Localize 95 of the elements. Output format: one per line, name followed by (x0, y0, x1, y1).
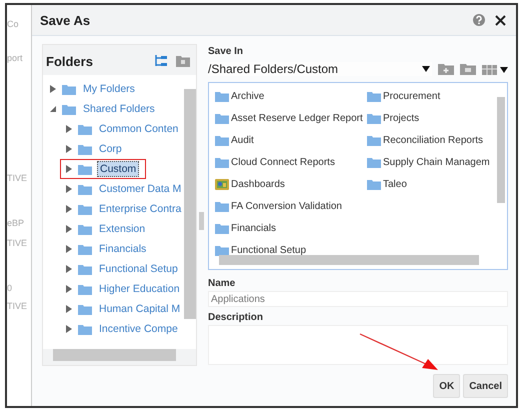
folder-icon (215, 222, 229, 234)
folder-item[interactable]: Projects (383, 112, 420, 124)
name-field[interactable]: Applications (208, 291, 508, 307)
folder-item[interactable]: Procurement (383, 90, 440, 102)
tree-item[interactable]: My Folders (81, 82, 137, 96)
folder-icon (78, 203, 92, 215)
folder-item[interactable]: Asset Reserve Ledger Report (231, 112, 363, 124)
scrollbar[interactable] (184, 89, 196, 319)
help-icon[interactable] (473, 14, 485, 26)
folder-icon (78, 283, 92, 295)
scrollbar[interactable] (53, 349, 176, 361)
location-dropdown[interactable]: /Shared Folders/Custom (208, 62, 432, 76)
folder-icon (78, 263, 92, 275)
expand-icon[interactable] (65, 205, 73, 213)
view-menu-icon[interactable] (482, 63, 508, 75)
expand-icon[interactable] (65, 125, 73, 133)
folder-icon (215, 244, 229, 256)
expand-icon[interactable] (65, 245, 73, 253)
folder-icon (367, 156, 381, 168)
tree-view-icon[interactable] (154, 54, 168, 68)
folder-item[interactable]: Reconciliation Reports (383, 134, 484, 146)
expand-icon[interactable] (65, 285, 73, 293)
folder-item[interactable]: Functional Setup (231, 244, 306, 256)
folder-item[interactable]: Dashboards (231, 178, 285, 190)
panel-title: Folders (46, 54, 93, 68)
tree-item[interactable]: Enterprise Contra (97, 202, 184, 216)
folder-icon (78, 183, 92, 195)
description-field[interactable] (208, 325, 508, 365)
new-folder-icon[interactable] (176, 55, 190, 67)
folder-icon (367, 178, 381, 190)
tree-item[interactable]: Corp (97, 142, 124, 156)
background-text: TIVE (7, 238, 28, 250)
caret-icon (422, 66, 430, 72)
folder-icon (367, 90, 381, 102)
expand-icon[interactable] (65, 305, 73, 313)
folder-item[interactable]: Cloud Connect Reports (231, 156, 335, 168)
folder-icon (215, 112, 229, 124)
window-title: Save As (40, 12, 90, 28)
tree-item[interactable]: Higher Education (97, 282, 182, 296)
tree-item[interactable]: Financials (97, 242, 148, 256)
expand-icon[interactable] (49, 85, 57, 93)
tree-item[interactable]: Customer Data M (97, 182, 184, 196)
folder-item[interactable]: Audit (231, 134, 254, 146)
tree-item[interactable]: Human Capital M (97, 302, 182, 316)
folder-icon (78, 123, 92, 135)
folder-item[interactable]: FA Conversion Validation (231, 200, 342, 212)
tree-item[interactable]: Extension (97, 222, 148, 236)
folder-icon (78, 323, 92, 335)
expand-icon[interactable] (65, 265, 73, 273)
dialog-button[interactable]: Cancel (463, 374, 508, 398)
expand-icon[interactable] (65, 185, 73, 193)
folder-icon (215, 200, 229, 212)
folder-icon (78, 223, 92, 235)
folder-icon (78, 243, 92, 255)
folder-icon (215, 156, 229, 168)
expand-icon[interactable] (65, 325, 73, 333)
dialog-button[interactable]: OK (433, 374, 460, 398)
tree-item[interactable]: Functional Setup (97, 262, 180, 276)
folder-icon[interactable] (460, 63, 476, 75)
tree-item[interactable]: Custom (97, 161, 140, 177)
folder-item[interactable]: Archive (231, 90, 264, 102)
expand-icon[interactable] (65, 145, 73, 153)
collapse-icon[interactable] (49, 105, 57, 113)
splitter-handle[interactable] (199, 212, 204, 230)
close-icon[interactable] (495, 14, 506, 26)
expand-icon[interactable] (65, 165, 73, 173)
field-label: Description (208, 312, 264, 325)
folder-icon (62, 103, 76, 115)
folder-item[interactable]: Supply Chain Managem (383, 156, 490, 168)
dashboard-icon (215, 178, 229, 190)
folder-icon (78, 163, 92, 175)
tree-item[interactable]: Incentive Compe (97, 322, 180, 336)
folder-icon (78, 303, 92, 315)
scrollbar[interactable] (219, 255, 479, 265)
background-text: port (7, 53, 24, 65)
folder-icon (367, 112, 381, 124)
tree-item[interactable]: Shared Folders (81, 102, 157, 116)
folder-item[interactable]: Taleo (383, 178, 407, 190)
background-text: TIVE (7, 173, 28, 185)
folder-item[interactable]: Financials (231, 222, 276, 234)
scrollbar[interactable] (497, 97, 505, 203)
folder-icon (78, 143, 92, 155)
background-text: 0 (7, 283, 14, 295)
background-text: Co (7, 19, 20, 31)
folder-icon (367, 134, 381, 146)
folder-icon (215, 134, 229, 146)
tree-item[interactable]: Common Conten (97, 122, 180, 136)
new-folder-icon[interactable] (438, 63, 454, 75)
folder-icon (62, 83, 76, 95)
field-label: Name (208, 278, 236, 291)
field-label: Save In (208, 46, 244, 59)
background-text: TIVE (7, 301, 28, 313)
background-text: eBP (7, 218, 26, 230)
expand-icon[interactable] (65, 225, 73, 233)
folder-icon (215, 90, 229, 102)
